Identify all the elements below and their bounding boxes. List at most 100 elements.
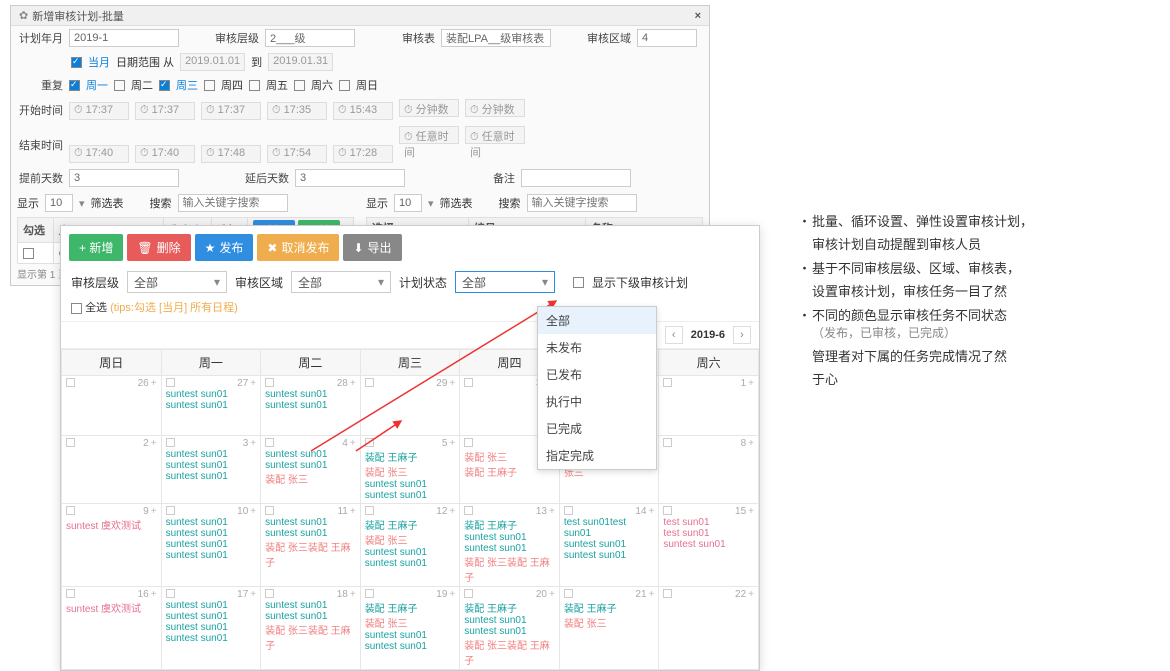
day-checkbox[interactable] [66,438,75,447]
calendar-cell[interactable]: 12+装配 王麻子装配 张三suntest sun01suntest sun01 [360,504,460,587]
close-icon[interactable]: × [695,10,701,22]
plan-month-input[interactable] [69,29,179,47]
calendar-event[interactable]: suntest sun01 [365,558,456,569]
end-time-3[interactable]: ⏱ 17:54 [267,145,327,163]
calendar-event[interactable]: 装配 王麻子 [464,517,555,532]
start-time-4[interactable]: ⏱ 15:43 [333,102,393,120]
end-time-5[interactable]: ⏱ 任意时间 [399,126,459,144]
dropdown-item[interactable]: 全部 [538,307,656,334]
calendar-event[interactable]: suntest sun01 [265,389,356,400]
calendar-cell[interactable]: 5+装配 王麻子装配 张三suntest sun01suntest sun01 [360,436,460,504]
day-checkbox[interactable] [564,506,573,515]
day-checkbox[interactable] [663,506,672,515]
calendar-event[interactable]: suntest sun01 [663,539,754,550]
show-sub-checkbox[interactable] [573,277,584,288]
calendar-event[interactable]: suntest sun01 [166,550,257,561]
calendar-event[interactable]: test sun01 [663,528,754,539]
calendar-event[interactable]: suntest sun01 [464,543,555,554]
calendar-event[interactable]: suntest sun01 [464,615,555,626]
calendar-cell[interactable]: 10+suntest sun01suntest sun01suntest sun… [161,504,261,587]
day-checkbox[interactable] [166,506,175,515]
dropdown-item[interactable]: 未发布 [538,334,656,361]
calendar-event[interactable]: suntest sun01 [166,460,257,471]
calendar-event[interactable]: suntest sun01 [464,532,555,543]
calendar-event[interactable]: 装配 张三 [365,464,456,479]
month-checkbox[interactable] [71,57,82,68]
calendar-cell[interactable]: 2+ [62,436,162,504]
end-time-6[interactable]: ⏱ 任意时间 [465,126,525,144]
day-chk-5[interactable] [294,80,305,91]
calendar-event[interactable]: suntest sun01 [265,611,356,622]
calendar-cell[interactable]: 22+ [659,587,759,670]
calendar-cell[interactable]: 11+suntest sun01suntest sun01装配 张三装配 王麻子 [261,504,361,587]
calendar-cell[interactable]: 8+ [659,436,759,504]
calendar-cell[interactable]: 13+装配 王麻子suntest sun01suntest sun01装配 张三… [460,504,560,587]
start-time-0[interactable]: ⏱ 17:37 [69,102,129,120]
calendar-cell[interactable]: 16+suntest 虞欢测试 [62,587,162,670]
day-checkbox[interactable] [464,438,473,447]
export-button[interactable]: ⬇导出 [343,234,401,261]
calendar-event[interactable]: suntest sun01 [166,622,257,633]
dropdown-item[interactable]: 执行中 [538,388,656,415]
calendar-cell[interactable]: 28+suntest sun01suntest sun01 [261,376,361,436]
calendar-event[interactable]: suntest sun01 [166,389,257,400]
calendar-cell[interactable]: 17+suntest sun01suntest sun01suntest sun… [161,587,261,670]
calendar-event[interactable]: 装配 王麻子 [564,600,655,615]
calendar-event[interactable]: suntest sun01 [166,611,257,622]
calendar-event[interactable]: suntest sun01 [265,600,356,611]
day-checkbox[interactable] [464,506,473,515]
end-time-1[interactable]: ⏱ 17:40 [135,145,195,163]
chevron-down-icon[interactable] [79,197,85,210]
day-checkbox[interactable] [265,589,274,598]
calendar-event[interactable]: suntest sun01 [365,479,456,490]
calendar-event[interactable]: suntest sun01 [166,517,257,528]
area-input[interactable] [637,29,697,47]
calendar-event[interactable]: suntest sun01 [166,400,257,411]
day-checkbox[interactable] [265,438,274,447]
date-to-input[interactable]: 2019.01.31 [268,53,333,71]
day-checkbox[interactable] [66,589,75,598]
end-time-4[interactable]: ⏱ 17:28 [333,145,393,163]
start-time-3[interactable]: ⏱ 17:35 [267,102,327,120]
calendar-cell[interactable]: 26+ [62,376,162,436]
day-checkbox[interactable] [166,438,175,447]
calendar-event[interactable]: suntest sun01 [166,528,257,539]
calendar-event[interactable]: suntest sun01 [464,626,555,637]
calendar-event[interactable]: 装配 王麻子 [365,600,456,615]
dropdown-item[interactable]: 指定完成 [538,442,656,469]
day-checkbox[interactable] [464,378,473,387]
day-chk-3[interactable] [204,80,215,91]
calendar-event[interactable]: 装配 张三 [365,615,456,630]
dropdown-item[interactable]: 已完成 [538,415,656,442]
day-checkbox[interactable] [365,589,374,598]
day-checkbox[interactable] [365,506,374,515]
next-month-button[interactable]: › [733,326,751,344]
date-from-input[interactable]: 2019.01.01 [180,53,245,71]
day-checkbox[interactable] [365,438,374,447]
prev-month-button[interactable]: ‹ [665,326,683,344]
publish-button[interactable]: ★发布 [195,234,254,261]
calendar-cell[interactable]: 29+ [360,376,460,436]
day-chk-4[interactable] [249,80,260,91]
calendar-event[interactable]: suntest sun01 [166,539,257,550]
delete-button[interactable]: 🗑删除 [127,234,190,261]
show-count-input[interactable] [45,194,73,212]
status-select[interactable]: 全部 [455,271,555,293]
calendar-event[interactable]: test sun01 [663,517,754,528]
day-checkbox[interactable] [265,378,274,387]
calendar-event[interactable]: suntest sun01 [265,528,356,539]
calendar-event[interactable]: suntest sun01 [365,630,456,641]
calendar-event[interactable]: 装配 张三 [564,615,655,630]
advance-input[interactable] [69,169,179,187]
calendar-event[interactable]: suntest sun01 [564,539,655,550]
calendar-cell[interactable]: 1+ [659,376,759,436]
calendar-cell[interactable]: 9+suntest 虞欢测试 [62,504,162,587]
calendar-event[interactable]: suntest sun01 [365,490,456,501]
day-checkbox[interactable] [166,589,175,598]
end-time-2[interactable]: ⏱ 17:48 [201,145,261,163]
day-chk-1[interactable] [114,80,125,91]
day-checkbox[interactable] [464,589,473,598]
day-checkbox[interactable] [564,589,573,598]
calendar-event[interactable]: 装配 王麻子 [464,600,555,615]
calendar-event[interactable]: test sun01test sun01 [564,517,655,539]
